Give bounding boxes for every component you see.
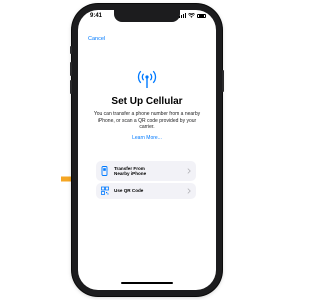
transfer-label-line2: Nearby iPhone	[114, 171, 147, 176]
volume-up-button	[70, 62, 72, 76]
learn-more-link[interactable]: Learn More...	[78, 135, 216, 141]
phone-screen: 9:41 Cancel Set Up Cellular You can tran…	[78, 10, 216, 290]
cancel-button[interactable]: Cancel	[88, 36, 105, 42]
status-time: 9:41	[90, 13, 103, 19]
chevron-right-icon	[187, 188, 191, 194]
transfer-from-iphone-button[interactable]: Transfer From Nearby iPhone	[96, 161, 196, 181]
volume-down-button	[70, 80, 72, 94]
transfer-option-label: Transfer From Nearby iPhone	[114, 166, 187, 177]
wifi-icon	[188, 13, 195, 18]
use-qr-code-button[interactable]: Use QR Code	[96, 183, 196, 199]
side-button	[222, 70, 224, 92]
battery-icon	[197, 13, 206, 18]
qr-code-icon	[101, 186, 109, 195]
mute-switch	[70, 46, 72, 54]
qr-option-label: Use QR Code	[114, 188, 144, 194]
description-text: You can transfer a phone number from a n…	[93, 111, 201, 130]
stage: 9:41 Cancel Set Up Cellular You can tran…	[0, 0, 285, 300]
status-icons	[179, 13, 206, 18]
home-indicator[interactable]	[121, 282, 173, 284]
page-title: Set Up Cellular	[111, 96, 183, 107]
signal-icon	[179, 13, 186, 18]
antenna-icon	[137, 70, 157, 88]
notch	[114, 10, 180, 22]
phone-icon	[101, 166, 108, 176]
chevron-right-icon	[187, 168, 191, 174]
